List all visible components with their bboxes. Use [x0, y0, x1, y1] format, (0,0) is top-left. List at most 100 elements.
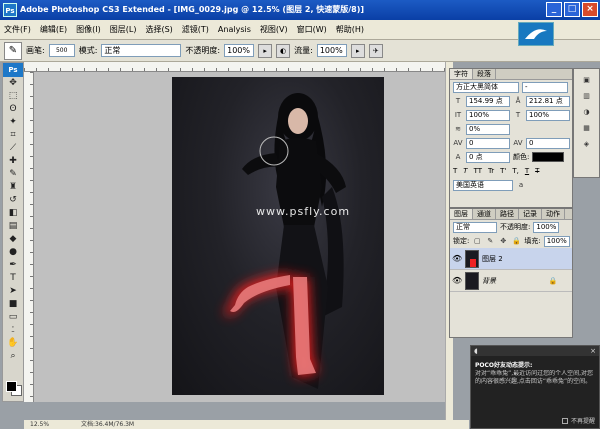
leading-field[interactable]: 212.81 点: [526, 95, 570, 107]
opacity-field[interactable]: 100%: [224, 44, 255, 57]
popup-close-icon[interactable]: ×: [590, 347, 596, 355]
font-style-select[interactable]: -: [522, 81, 568, 93]
eye-icon[interactable]: 👁: [452, 276, 462, 285]
opacity-dropdown-icon[interactable]: ▸: [258, 43, 273, 58]
close-button[interactable]: ×: [582, 2, 598, 17]
menu-help[interactable]: 帮助(H): [336, 24, 364, 35]
font-size-icon: T: [455, 97, 461, 105]
tab-paragraph[interactable]: 段落: [473, 69, 496, 79]
crop-icon[interactable]: ⌗: [3, 129, 23, 142]
pen-icon[interactable]: ✒: [3, 259, 23, 272]
text-color-swatch[interactable]: [532, 152, 565, 162]
menu-filter[interactable]: 滤镜(T): [182, 24, 209, 35]
shape-icon[interactable]: ■: [3, 298, 23, 311]
eraser-icon[interactable]: ◧: [3, 207, 23, 220]
font-size-field[interactable]: 154.99 点: [466, 95, 510, 107]
subscript-button[interactable]: T,: [512, 167, 519, 175]
pressure-opacity-icon[interactable]: ◐: [276, 43, 291, 58]
tracking-field[interactable]: 0: [526, 137, 570, 149]
hand-icon[interactable]: ✋: [3, 337, 23, 350]
dodge-icon[interactable]: ●: [3, 246, 23, 259]
menu-select[interactable]: 选择(S): [145, 24, 172, 35]
small-caps-button[interactable]: Tr: [488, 167, 494, 175]
stamp-icon[interactable]: ♜: [3, 181, 23, 194]
superscript-button[interactable]: T': [500, 167, 506, 175]
slice-icon[interactable]: ⟋: [3, 142, 23, 155]
flow-field[interactable]: 100%: [316, 44, 347, 57]
zoom-icon[interactable]: ⌕: [3, 350, 23, 363]
styles-panel-icon[interactable]: ◈: [582, 139, 592, 149]
bridge-logo-icon[interactable]: [518, 22, 554, 46]
tab-actions[interactable]: 动作: [542, 209, 565, 219]
strikethrough-button[interactable]: T: [535, 167, 539, 175]
healing-icon[interactable]: ✚: [3, 155, 23, 168]
fill-field[interactable]: 100%: [543, 235, 570, 247]
brush-tool-preset-icon[interactable]: ✎: [4, 41, 22, 60]
horizontal-ruler[interactable]: [24, 62, 445, 72]
layer-thumbnail: [465, 271, 479, 290]
layer-row[interactable]: 👁 背景 🔒: [450, 270, 572, 292]
menu-layer[interactable]: 图层(L): [110, 24, 137, 35]
maximize-button[interactable]: □: [564, 2, 580, 17]
popup-message[interactable]: 对对“乖乖兔”,最近访问过您的个人空间,对您的内容很感兴趣,点击回访“乖乖兔”的…: [471, 370, 599, 410]
lock-transparent-icon[interactable]: ▢: [472, 236, 482, 246]
font-family-select[interactable]: 方正大黑简体: [453, 81, 519, 93]
histogram-panel-icon[interactable]: ▥: [582, 91, 592, 101]
menu-file[interactable]: 文件(F): [4, 24, 31, 35]
tab-channels[interactable]: 通道: [473, 209, 496, 219]
path-select-icon[interactable]: ➤: [3, 285, 23, 298]
type-icon[interactable]: T: [3, 272, 23, 285]
faux-bold-button[interactable]: T: [453, 167, 457, 175]
layer-row[interactable]: 👁 图层 2: [450, 248, 572, 270]
tab-character[interactable]: 字符: [450, 69, 473, 79]
swatches-panel-icon[interactable]: ▦: [582, 123, 592, 133]
minimize-button[interactable]: _: [546, 2, 562, 17]
horizontal-scale-field[interactable]: 100%: [526, 109, 570, 121]
baseline-shift-field[interactable]: 0 点: [466, 151, 510, 163]
brush-size-picker[interactable]: 500: [48, 44, 75, 57]
dont-remind-checkbox[interactable]: [561, 417, 568, 424]
menu-window[interactable]: 窗口(W): [297, 24, 327, 35]
all-caps-button[interactable]: TT: [474, 167, 482, 175]
eyedropper-icon[interactable]: ⍘: [3, 324, 23, 337]
marquee-icon[interactable]: ⬚: [3, 90, 23, 103]
vertical-scale-field[interactable]: 100%: [466, 109, 510, 121]
lock-position-icon[interactable]: ✥: [498, 236, 508, 246]
notes-icon[interactable]: ▭: [3, 311, 23, 324]
blend-mode-select[interactable]: 正常: [453, 221, 497, 233]
lock-icon: 🔒: [548, 276, 558, 285]
document-canvas[interactable]: www.psfly.com: [172, 77, 384, 395]
menu-edit[interactable]: 编辑(E): [40, 24, 67, 35]
magic-wand-icon[interactable]: ✦: [3, 116, 23, 129]
gradient-icon[interactable]: ▤: [3, 220, 23, 233]
lock-all-icon[interactable]: 🔒: [511, 236, 521, 246]
color-panel-icon[interactable]: ◑: [582, 107, 592, 117]
tab-paths[interactable]: 路径: [496, 209, 519, 219]
lock-image-icon[interactable]: ✎: [485, 236, 495, 246]
zoom-level[interactable]: 12.5%: [30, 421, 49, 428]
eye-icon[interactable]: 👁: [452, 254, 462, 263]
move-icon[interactable]: ✥: [3, 77, 23, 90]
language-select[interactable]: 美国英语: [453, 179, 513, 191]
menu-view[interactable]: 视图(V): [260, 24, 288, 35]
status-bar: 12.5% 文档:36.4M/76.3M: [24, 420, 469, 429]
tab-layers[interactable]: 图层: [450, 209, 473, 219]
kerning-field[interactable]: 0: [466, 137, 510, 149]
underline-button[interactable]: T: [525, 167, 529, 175]
mode-select[interactable]: 正常: [101, 44, 182, 57]
lasso-icon[interactable]: ʘ: [3, 103, 23, 116]
foreground-color-swatch[interactable]: [6, 381, 17, 392]
navigator-panel-icon[interactable]: ▣: [582, 75, 592, 85]
layer-opacity-field[interactable]: 100%: [533, 221, 560, 233]
blur-icon[interactable]: ◆: [3, 233, 23, 246]
menu-image[interactable]: 图像(I): [76, 24, 101, 35]
airbrush-icon[interactable]: ✈: [368, 43, 383, 58]
tsume-field[interactable]: 0%: [466, 123, 510, 135]
history-brush-icon[interactable]: ↺: [3, 194, 23, 207]
vertical-ruler[interactable]: [24, 72, 34, 402]
menu-analysis[interactable]: Analysis: [218, 25, 251, 34]
faux-italic-button[interactable]: T: [463, 167, 467, 175]
flow-dropdown-icon[interactable]: ▸: [350, 43, 365, 58]
brush-icon[interactable]: ✎: [3, 168, 23, 181]
tab-history[interactable]: 记录: [519, 209, 542, 219]
